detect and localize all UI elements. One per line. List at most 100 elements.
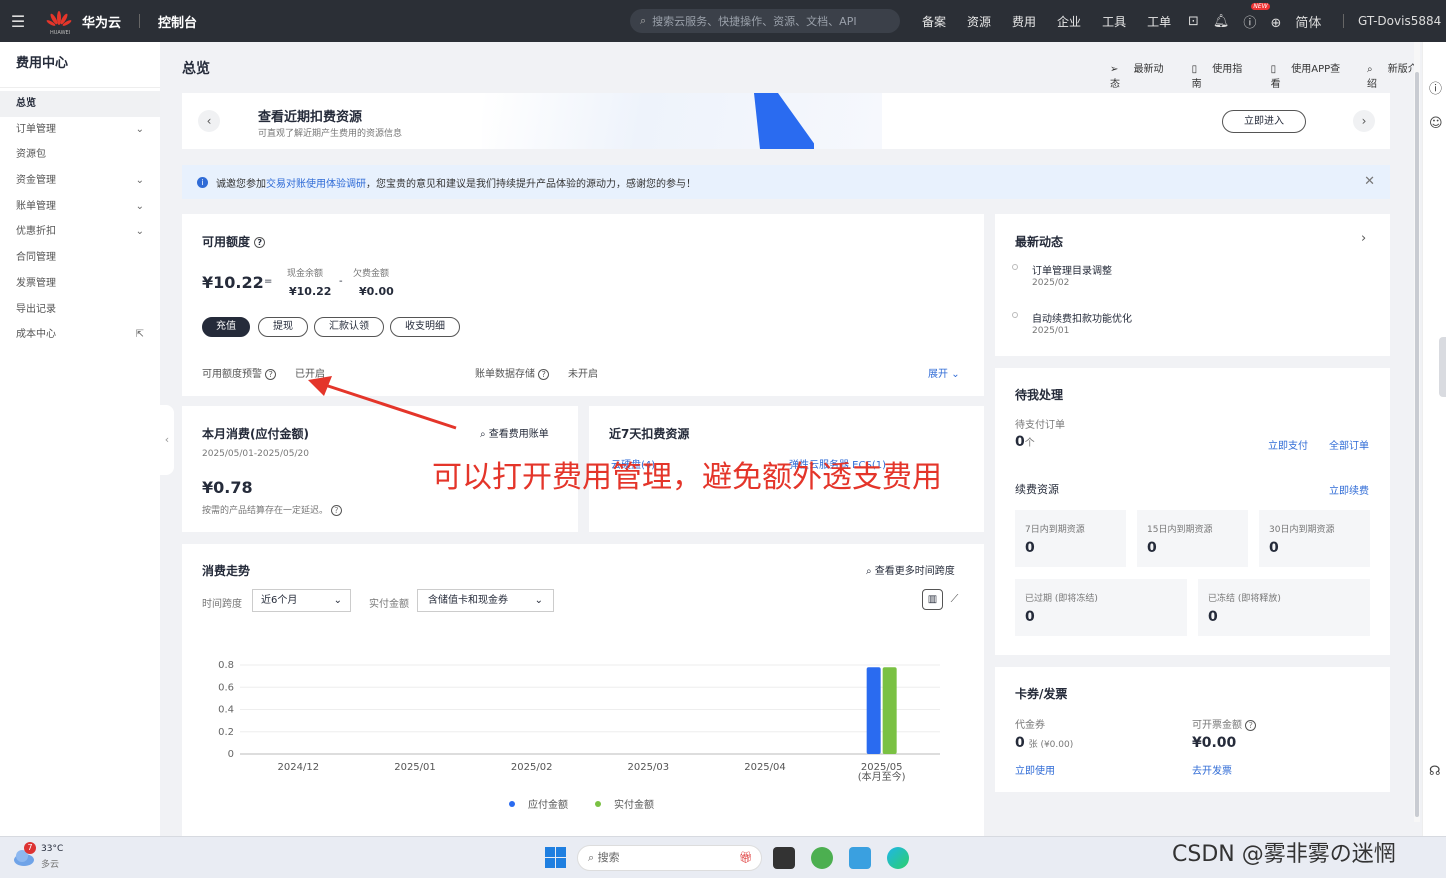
question-icon[interactable]: ? [1245, 719, 1257, 731]
hamburger-icon[interactable]: ☰ [0, 12, 36, 31]
expand-link[interactable]: 展开 ⌄ [928, 365, 960, 380]
issue-invoice-link[interactable]: 去开发票 [1192, 762, 1232, 777]
chevron-right-icon[interactable]: › [1361, 231, 1366, 246]
amount-select[interactable]: 含储值卡和现金券 ⌄ [417, 589, 554, 612]
edge-browser-icon[interactable] [887, 847, 909, 869]
question-icon[interactable]: ? [538, 368, 550, 380]
guide-link[interactable]: ▯ 使用指南 [1192, 60, 1259, 90]
side-panel-tab[interactable] [1439, 337, 1446, 397]
link-label: 使用APP查看 [1270, 64, 1341, 90]
survey-link[interactable]: 交易对账使用体验调研 [266, 175, 366, 190]
console-link[interactable]: 控制台 [158, 12, 197, 31]
available-balance-card: 可用额度 ? ¥10.22 = 现金余额 ¥10.22 - 欠费金额 ¥0.00… [182, 214, 984, 396]
nav-tools[interactable]: 工具 [1102, 13, 1126, 30]
close-icon[interactable]: ✕ [1364, 174, 1375, 189]
banner-prev-button[interactable]: ‹ [198, 110, 220, 132]
sidebar-item-contracts[interactable]: 合同管理 [0, 245, 160, 271]
chevron-left-icon: ‹ [164, 433, 170, 446]
storage-label-text: 账单数据存储 [475, 369, 535, 380]
global-search-input[interactable]: ⌕ 搜索云服务、快捷操作、资源、文档、API [630, 9, 900, 33]
renew-now-link[interactable]: 立即续费 [1329, 482, 1369, 497]
sidebar-item-orders[interactable]: 订单管理 ⌄ [0, 117, 160, 143]
help-icon[interactable]: ⓘ [1429, 78, 1442, 97]
sidebar-item-exports[interactable]: 导出记录 [0, 297, 160, 323]
app-view-link[interactable]: ▯ 使用APP查看 [1271, 60, 1355, 90]
all-orders-link[interactable]: 全部订单 [1329, 437, 1369, 452]
legend-marker [509, 801, 515, 807]
box-value: 0 [1269, 540, 1279, 556]
withdraw-button[interactable]: 提现 [258, 317, 308, 337]
annotation-text: 可以打开费用管理，避免额外透支费用 [432, 460, 942, 495]
use-now-link[interactable]: 立即使用 [1015, 762, 1055, 777]
y-tick-label: 0.2 [218, 727, 234, 738]
sidebar-item-cost-center[interactable]: 成本中心 ⇱ [0, 322, 160, 348]
view-bill-link[interactable]: ⌕ 查看费用账单 [480, 425, 549, 440]
more-span-link[interactable]: ⌕ 查看更多时间跨度 [866, 562, 955, 577]
nav-resources[interactable]: 资源 [967, 13, 991, 30]
sidebar-item-overview[interactable]: 总览 [0, 91, 160, 117]
scrollbar-thumb[interactable] [1415, 72, 1419, 817]
help-icon[interactable]: ⓘ NEW [1243, 2, 1270, 31]
sidebar-collapse-handle[interactable]: ‹ [160, 405, 174, 475]
nav-billing[interactable]: 费用 [1012, 13, 1036, 30]
nav-beian[interactable]: 备案 [922, 13, 946, 30]
news-item-title[interactable]: 自动续费扣款功能优化 [1032, 310, 1132, 325]
span-select[interactable]: 近6个月 ⌄ [252, 589, 351, 612]
question-icon[interactable]: ? [265, 368, 277, 380]
smile-icon[interactable]: ☺ [1429, 116, 1443, 131]
expiring-15d-box[interactable]: 15日内到期资源 0 [1137, 510, 1248, 567]
pay-now-link[interactable]: 立即支付 [1268, 437, 1308, 452]
nav-tickets[interactable]: 工单 [1147, 13, 1171, 30]
invoice-amount: ¥0.00 [1192, 735, 1237, 751]
monthly-title: 本月消费(应付金额) [202, 427, 309, 441]
remittance-claim-button[interactable]: 汇款认领 [314, 317, 384, 337]
transactions-button[interactable]: 收支明细 [390, 317, 460, 337]
info-icon: i [197, 176, 208, 188]
expired-box[interactable]: 已过期 (即将冻结) 0 [1015, 579, 1187, 636]
banner-enter-button[interactable]: 立即进入 [1222, 110, 1306, 133]
language-switch[interactable]: ⊕ 简体 [1270, 12, 1335, 31]
wechat-icon[interactable] [811, 847, 833, 869]
headset-icon[interactable]: ☊ [1429, 764, 1441, 779]
search-highlight-icon: 🎁︎ [739, 851, 753, 864]
legend-label: 实付金额 [614, 798, 654, 811]
task-view-icon[interactable] [773, 847, 795, 869]
frozen-box[interactable]: 已冻结 (即将释放) 0 [1198, 579, 1370, 636]
sidebar-item-invoices[interactable]: 发票管理 [0, 271, 160, 297]
sidebar-item-bills[interactable]: 账单管理 ⌄ [0, 194, 160, 220]
sidebar-item-funds[interactable]: 资金管理 ⌄ [0, 168, 160, 194]
remote-desktop-icon[interactable] [849, 847, 871, 869]
box-label: 15日内到期资源 [1147, 525, 1213, 535]
bar-chart-toggle-icon[interactable]: ▥ [922, 589, 943, 610]
weather-cloud-icon[interactable]: 7 [12, 842, 36, 867]
sidebar-item-label: 合同管理 [16, 252, 56, 264]
recharge-button[interactable]: 充值 [202, 317, 250, 337]
nav-enterprise[interactable]: 企业 [1057, 13, 1081, 30]
brand-name: 华为云 [82, 15, 122, 31]
huawei-cloud-logo[interactable]: HUAWEI 华为云 [46, 10, 122, 36]
page-scrollbar[interactable] [1414, 42, 1420, 822]
latest-news-link[interactable]: ➢ 最新动态 [1110, 60, 1180, 90]
user-account[interactable]: GT-Dovis5884 [1358, 14, 1441, 28]
brand-sub: HUAWEI [50, 30, 71, 36]
windows-start-icon[interactable] [545, 847, 566, 868]
chevron-down-icon: ⌄ [135, 175, 144, 187]
taskbar-search[interactable]: ⌕ 搜索 🎁︎ [577, 845, 762, 871]
top-nav-links: 备案 资源 费用 企业 工具 工单 [922, 0, 1192, 42]
right-float-rail: ⓘ ☺ ☊ [1422, 42, 1446, 836]
x-tick-sublabel: (本月至今) [858, 770, 906, 783]
sidebar-item-label: 资金管理 [16, 175, 56, 187]
sidebar-item-discounts[interactable]: 优惠折扣 ⌄ [0, 219, 160, 245]
sidebar-item-packages[interactable]: 资源包 [0, 142, 160, 168]
expiring-30d-box[interactable]: 30日内到期资源 0 [1259, 510, 1370, 567]
line-chart-toggle-icon[interactable]: ⟋ [944, 589, 965, 610]
banner-next-button[interactable]: › [1353, 110, 1375, 132]
news-item-title[interactable]: 订单管理目录调整 [1032, 262, 1112, 277]
chevron-left-icon: ‹ [206, 114, 212, 128]
expiring-7d-box[interactable]: 7日内到期资源 0 [1015, 510, 1126, 567]
terminal-icon[interactable]: ⊡ [1188, 14, 1199, 29]
question-icon[interactable]: ? [330, 505, 342, 516]
balance-title-text: 可用额度 [202, 235, 251, 249]
question-icon[interactable]: ? [254, 237, 266, 248]
bell-icon[interactable]: 🔔︎ [1213, 14, 1230, 29]
